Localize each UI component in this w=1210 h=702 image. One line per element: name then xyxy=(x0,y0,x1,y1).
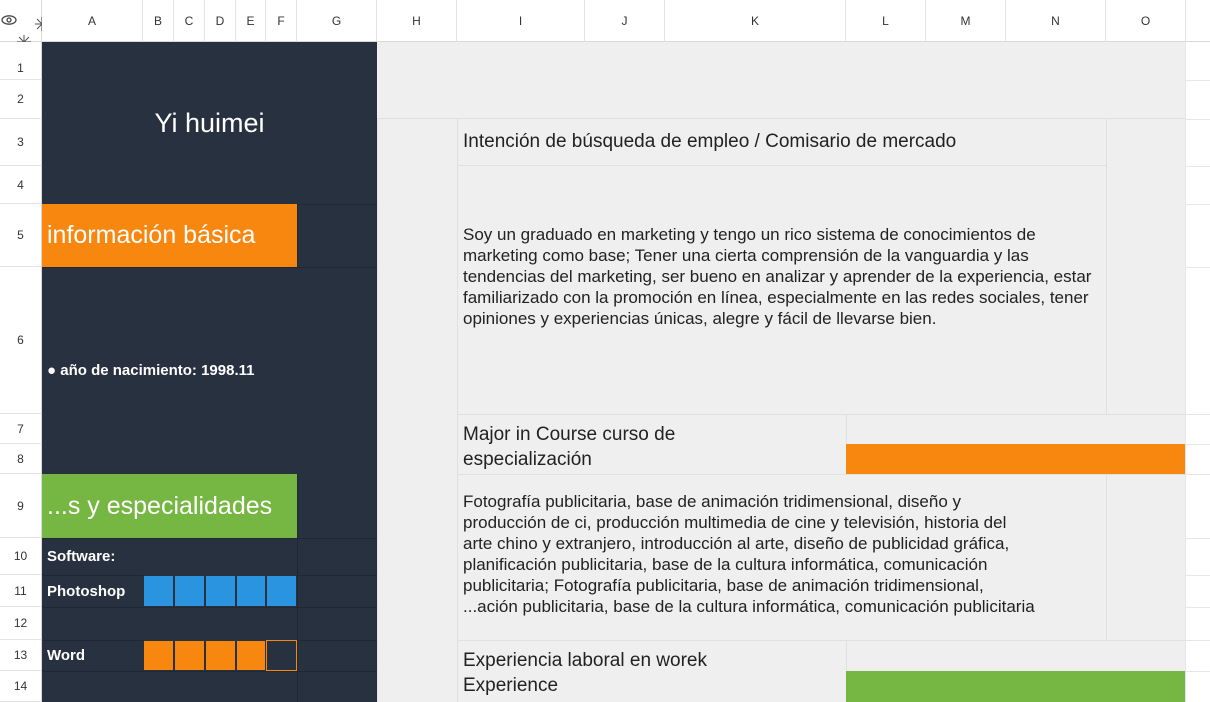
software-label[interactable]: Software: xyxy=(42,538,297,575)
courses-margin xyxy=(1106,474,1185,640)
column-header-M[interactable]: M xyxy=(926,0,1006,42)
right-margin-block xyxy=(1106,119,1185,414)
select-all-corner[interactable] xyxy=(0,0,49,49)
column-header-B[interactable]: B xyxy=(143,0,174,42)
major-spacer xyxy=(846,414,1185,444)
row-header-11[interactable]: 11 xyxy=(0,575,42,607)
basic-info-section-title[interactable]: información básica xyxy=(42,204,297,267)
word-rating-box-2 xyxy=(174,640,205,671)
column-header-I[interactable]: I xyxy=(457,0,585,42)
word-rating-box-1 xyxy=(143,640,174,671)
courses-text[interactable]: Fotografía publicitaria, base de animaci… xyxy=(457,474,1106,640)
skill-photoshop-label[interactable]: Photoshop xyxy=(42,575,143,607)
photoshop-rating-box-1 xyxy=(143,575,174,607)
column-header-A[interactable]: A xyxy=(42,0,143,42)
experience-accent-bar xyxy=(846,671,1185,702)
row-header-3[interactable]: 3 xyxy=(0,119,42,166)
column-header-L[interactable]: L xyxy=(846,0,926,42)
row-header-13[interactable]: 13 xyxy=(0,640,42,671)
courses-line-4: planificación publicitaria, base de la c… xyxy=(463,555,988,574)
column-header-G[interactable]: G xyxy=(297,0,377,42)
experience-spacer xyxy=(846,640,1185,671)
column-header-N[interactable]: N xyxy=(1006,0,1106,42)
row-header-2[interactable]: 2 xyxy=(0,80,42,119)
skill-word-label[interactable]: Word xyxy=(42,640,143,671)
photoshop-rating-box-3 xyxy=(205,575,236,607)
row-header-10[interactable]: 10 xyxy=(0,538,42,575)
column-header-E[interactable]: E xyxy=(236,0,266,42)
major-title-line1: Major in Course curso de xyxy=(463,424,676,445)
major-section-title[interactable]: Major in Course curso de especialización xyxy=(457,414,846,474)
column-header-F[interactable]: F xyxy=(266,0,297,42)
column-header-D[interactable]: D xyxy=(205,0,236,42)
courses-line-5: publicitaria; Fotografía publicitaria, b… xyxy=(463,576,984,595)
row-header-14[interactable]: 14 xyxy=(0,671,42,702)
courses-line-1: Fotografía publicitaria, base de animaci… xyxy=(463,492,961,511)
row-header-1[interactable]: 1 xyxy=(0,42,42,80)
row-header-5[interactable]: 5 xyxy=(0,204,42,267)
job-intention-title[interactable]: Intención de búsqueda de empleo / Comisa… xyxy=(457,119,1106,166)
experience-section-title[interactable]: Experiencia laboral en worek Experience xyxy=(457,640,846,702)
row-header-7[interactable]: 7 xyxy=(0,414,42,444)
photoshop-rating-box-2 xyxy=(174,575,205,607)
major-accent-bar xyxy=(846,444,1185,474)
experience-title-line2: Experience xyxy=(463,675,559,696)
row-header-9[interactable]: 9 xyxy=(0,474,42,538)
courses-line-6: ...ación publicitaria, base de la cultur… xyxy=(463,597,1035,616)
row-header-8[interactable]: 8 xyxy=(0,444,42,474)
courses-line-3: arte chino y extranjero, introducción al… xyxy=(463,534,1010,553)
column-header-O[interactable]: O xyxy=(1106,0,1186,42)
major-title-line2: especialización xyxy=(463,449,592,470)
photoshop-rating-box-5 xyxy=(266,575,297,607)
skill-photoshop-rating xyxy=(143,575,297,607)
skills-section-title[interactable]: ...s y especialidades xyxy=(42,474,297,538)
birth-date-text[interactable]: ● año de nacimiento: 1998.11 xyxy=(42,352,377,388)
column-header-K[interactable]: K xyxy=(665,0,846,42)
row-header-6[interactable]: 6 xyxy=(0,267,42,414)
experience-title-line1: Experiencia laboral en worek xyxy=(463,650,707,671)
spreadsheet-grid: A B C D E F G H I J K L M N O 1 2 3 4 5 … xyxy=(0,0,1210,702)
resume-name[interactable]: Yi huimei xyxy=(42,80,377,166)
profile-text[interactable]: Soy un graduado en marketing y tengo un … xyxy=(457,166,1106,414)
word-rating-box-4 xyxy=(236,640,266,671)
word-rating-box-3 xyxy=(205,640,236,671)
photoshop-rating-box-4 xyxy=(236,575,266,607)
row-header-12[interactable]: 12 xyxy=(0,607,42,640)
word-rating-box-5 xyxy=(266,640,297,671)
courses-line-2: producción de ci, producción multimedia … xyxy=(463,513,1007,532)
column-header-H[interactable]: H xyxy=(377,0,457,42)
gutter-column-H xyxy=(377,119,457,702)
column-header-J[interactable]: J xyxy=(585,0,665,42)
header-band xyxy=(377,42,1185,119)
column-header-blank xyxy=(1186,0,1210,42)
skill-word-rating xyxy=(143,640,297,671)
column-header-C[interactable]: C xyxy=(174,0,205,42)
row-header-4[interactable]: 4 xyxy=(0,166,42,204)
